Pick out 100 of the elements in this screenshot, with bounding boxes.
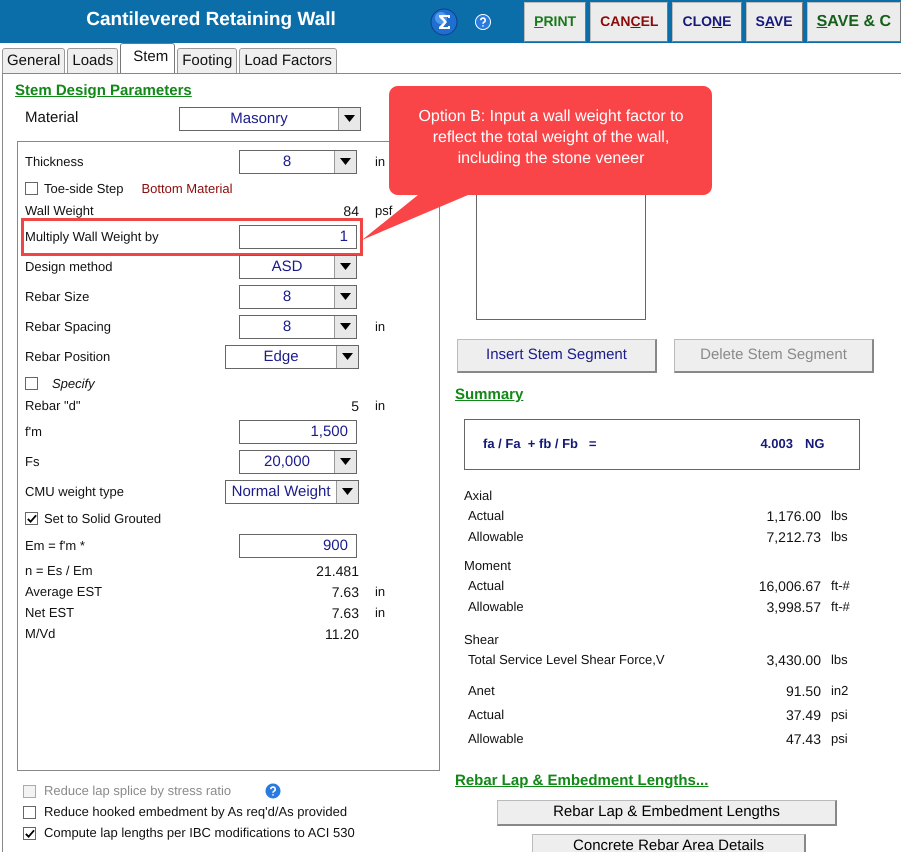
value-text: 11.20	[324, 624, 359, 644]
dropdown[interactable]: 8	[239, 314, 357, 338]
value-text: 7,212.73	[766, 528, 821, 544]
checkbox[interactable]	[23, 826, 36, 840]
delete-segment-button: Delete Stem Segment	[674, 339, 874, 373]
field-label: Rebar Position	[25, 348, 112, 366]
unit-text: lbs	[831, 528, 848, 544]
unit-text: in2	[831, 682, 848, 698]
sigma-icon[interactable]	[430, 8, 458, 36]
value-text: 7.63	[330, 582, 359, 602]
unit-text: ft-#	[831, 598, 850, 614]
tab[interactable]: Stem	[120, 43, 176, 73]
field-label: M/Vd	[25, 625, 56, 644]
checkbox-label: Specify	[52, 374, 95, 393]
checkbox-label: Toe-side Step	[44, 180, 124, 198]
dropdown[interactable]: Edge	[225, 344, 359, 368]
value-text: 91.50	[786, 682, 821, 698]
value-text: 84	[342, 202, 359, 220]
field-label: Rebar Spacing	[25, 318, 112, 336]
field-label: Thickness	[25, 152, 85, 171]
dropdown[interactable]: 8	[239, 150, 357, 174]
value-text: 3,998.57	[766, 598, 821, 614]
section-heading: Stem Design Parameters	[15, 81, 192, 101]
caret-icon	[340, 263, 351, 270]
field-label: Material	[25, 108, 80, 128]
caret-icon	[342, 488, 353, 495]
value-text: 3,430.00	[766, 652, 821, 668]
dropdown[interactable]: Masonry	[179, 106, 361, 130]
caret-icon	[344, 115, 355, 122]
checkbox[interactable]	[25, 512, 38, 525]
unit-text: in	[375, 604, 386, 622]
value-text: 16,006.67	[758, 578, 821, 594]
unit-text: in	[375, 583, 386, 602]
field-label: Wall Weight	[25, 202, 95, 220]
row-label: Allowable	[468, 730, 524, 746]
status-text: NG	[805, 435, 824, 454]
action-button[interactable]: Concrete Rebar Area Details	[532, 834, 806, 852]
tab[interactable]: Loads	[67, 48, 118, 73]
checkbox-label: Reduce lap splice by stress ratio	[44, 782, 232, 800]
row-label: Allowable	[468, 598, 524, 614]
unit-text: in	[375, 397, 386, 416]
checkbox[interactable]	[23, 806, 36, 818]
checkbox[interactable]	[25, 377, 38, 390]
action-button[interactable]: Rebar Lap & Embedment Lengths	[497, 800, 837, 826]
value-text: 1,176.00	[766, 508, 821, 524]
caret-icon	[342, 353, 353, 360]
field-label: f'm	[25, 422, 43, 441]
cancel-button[interactable]: CANCEL	[590, 2, 668, 42]
window-title: Cantilevered Retaining Wall	[85, 8, 337, 32]
unit-text: psf	[375, 202, 392, 220]
group-label: Shear	[464, 631, 499, 649]
dropdown[interactable]: Normal Weight	[225, 480, 359, 504]
dropdown[interactable]: ASD	[239, 254, 357, 278]
field-label: Rebar Size	[25, 288, 90, 306]
row-label: Actual	[468, 706, 504, 722]
caret-icon	[340, 458, 351, 465]
row-label: Total Service Level Shear Force,V	[468, 652, 665, 666]
value-text: 5	[350, 396, 359, 416]
save-button[interactable]: SAVE	[746, 2, 803, 42]
value-text: 47.43	[786, 730, 821, 746]
result-value: 4.003	[759, 435, 793, 454]
input-field[interactable]: 900	[239, 534, 357, 558]
row-label: Actual	[468, 578, 504, 592]
unit-text: psi	[831, 730, 848, 746]
tab[interactable]: Footing	[177, 48, 238, 73]
section-heading: Summary	[455, 385, 524, 405]
caret-icon	[340, 158, 351, 165]
print-button[interactable]: PRINT	[524, 2, 586, 42]
input-field[interactable]: 1,500	[239, 420, 357, 444]
save-and-close-button[interactable]: SAVE & C	[806, 2, 901, 42]
insert-segment-button[interactable]: Insert Stem Segment	[457, 339, 657, 373]
tab[interactable]: General	[2, 48, 66, 73]
value-text: 7.63	[330, 604, 359, 622]
input-field[interactable]: 1	[239, 224, 357, 248]
callout-text: Option B: Input a wall weight factor to reflect the total weight of the wall, including the stone veneer	[417, 107, 685, 169]
dropdown[interactable]: 8	[239, 284, 357, 308]
dropdown[interactable]: 20,000	[239, 450, 357, 474]
help-icon[interactable]	[475, 14, 492, 30]
note-text: Bottom Material	[142, 180, 233, 198]
group-label: Axial	[464, 487, 492, 505]
row-label: Actual	[468, 508, 504, 522]
row-label: Allowable	[468, 528, 524, 544]
field-label: CMU weight type	[25, 482, 125, 501]
field-label: Rebar "d"	[25, 397, 82, 416]
tab[interactable]: Load Factors	[239, 48, 337, 73]
unit-text: in	[375, 318, 386, 336]
caret-icon	[340, 323, 351, 330]
row-label: Anet	[468, 682, 495, 698]
field-label: Design method	[25, 258, 114, 276]
field-label: Multiply Wall Weight by	[25, 228, 160, 246]
field-label: Em = f'm *	[25, 536, 86, 555]
caret-icon	[340, 293, 351, 300]
field-label: Average EST	[25, 583, 104, 602]
field-label: Net EST	[25, 604, 76, 622]
group-label: Moment	[464, 557, 511, 575]
clone-button[interactable]: CLONE	[672, 2, 742, 42]
checkbox[interactable]	[25, 182, 38, 195]
unit-text: lbs	[831, 652, 848, 666]
unit-text: psi	[831, 706, 848, 722]
value-text: 21.481	[315, 562, 359, 580]
